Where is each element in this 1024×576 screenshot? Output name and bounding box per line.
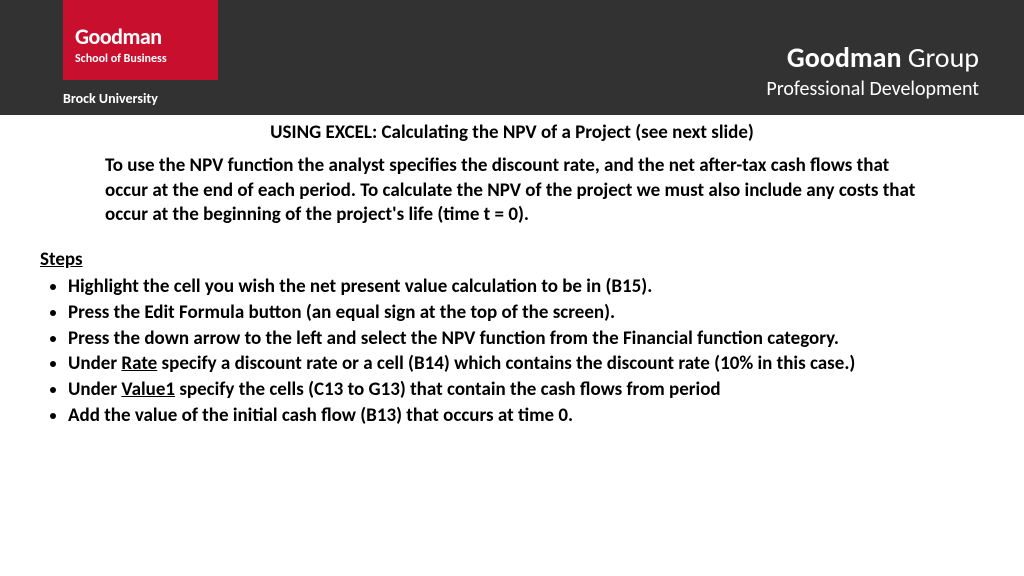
header-bar: Goodman School of Business Brock Univers… bbox=[0, 0, 1024, 115]
step-item: Under Rate specify a discount rate or a … bbox=[68, 352, 944, 376]
intro-paragraph: To use the NPV function the analyst spec… bbox=[105, 154, 919, 228]
step-item: Under Value1 specify the cells (C13 to G… bbox=[68, 378, 944, 402]
steps-heading: Steps bbox=[40, 248, 984, 271]
section-title: USING EXCEL: Calculating the NPV of a Pr… bbox=[40, 121, 984, 144]
content-area: USING EXCEL: Calculating the NPV of a Pr… bbox=[0, 115, 1024, 430]
university-label: Brock University bbox=[63, 90, 158, 107]
steps-list: Highlight the cell you wish the net pres… bbox=[68, 275, 984, 428]
logo-line1: Goodman bbox=[75, 23, 206, 50]
brand-line2: Professional Development bbox=[766, 77, 979, 101]
step-item: Press the Edit Formula button (an equal … bbox=[68, 301, 944, 325]
step-item: Highlight the cell you wish the net pres… bbox=[68, 275, 944, 299]
step-item: Press the down arrow to the left and sel… bbox=[68, 327, 944, 351]
school-logo-box: Goodman School of Business bbox=[63, 0, 218, 80]
logo-line2: School of Business bbox=[75, 52, 206, 66]
brand-line1: Goodman Group bbox=[766, 40, 979, 75]
right-brand: Goodman Group Professional Development bbox=[766, 40, 979, 101]
step-item: Add the value of the initial cash flow (… bbox=[68, 404, 944, 428]
